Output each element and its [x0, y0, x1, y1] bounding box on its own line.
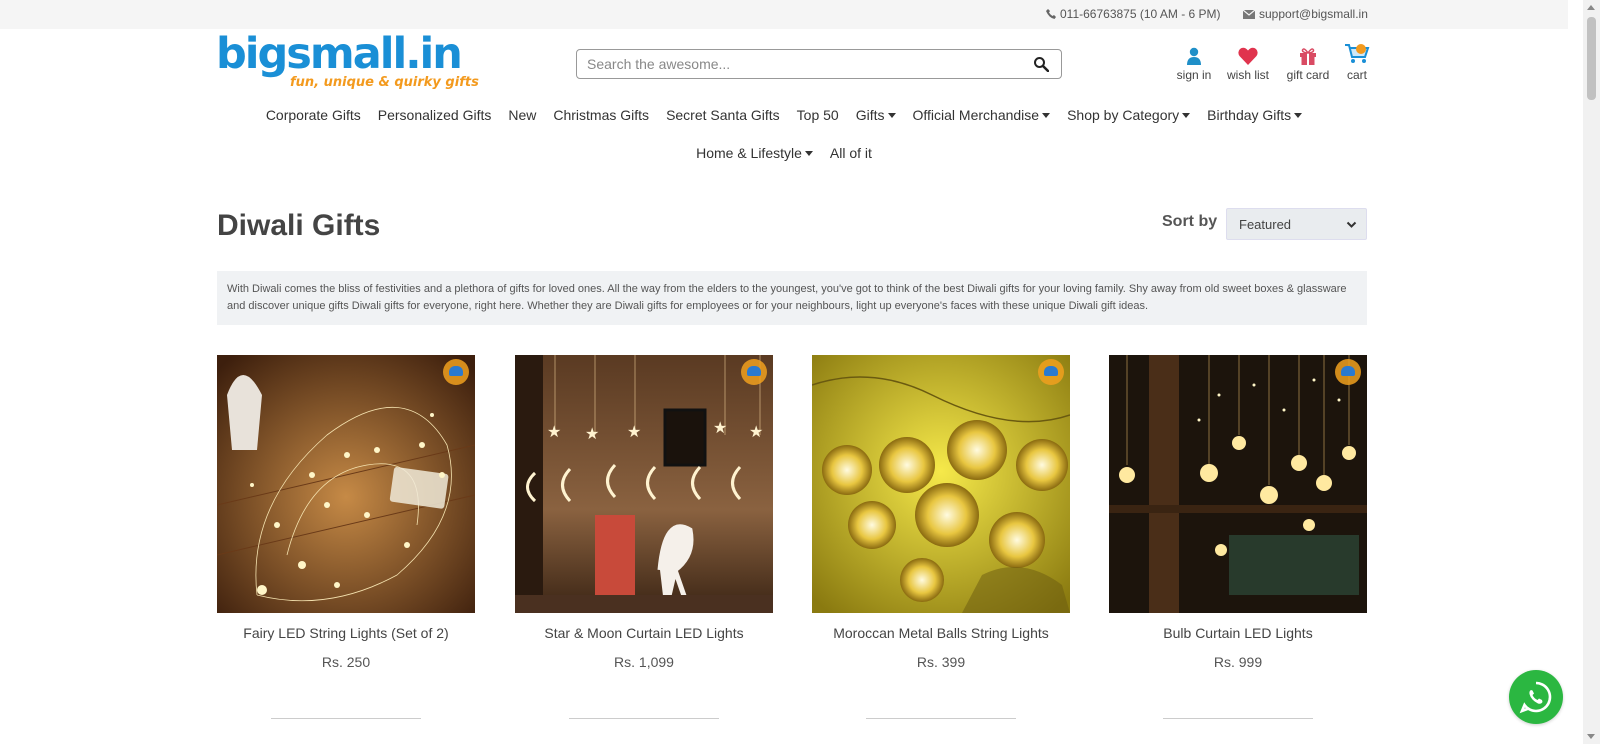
search-icon[interactable]: [1033, 56, 1050, 77]
product-name[interactable]: Bulb Curtain LED Lights: [1109, 625, 1367, 641]
cart-link[interactable]: cart: [1332, 43, 1382, 82]
product-price: Rs. 999: [1213, 654, 1263, 670]
svg-text:★: ★: [713, 418, 727, 437]
page-scrollbar[interactable]: [1583, 0, 1600, 744]
nav-all-of-it[interactable]: All of it: [830, 145, 872, 161]
caret-down-icon: [1042, 112, 1051, 118]
nav-personalized-gifts[interactable]: Personalized Gifts: [378, 107, 492, 123]
product-price: Rs. 250: [321, 654, 371, 670]
product-name[interactable]: Fairy LED String Lights (Set of 2): [217, 625, 475, 641]
mail-icon: [1243, 9, 1255, 19]
product-price: Rs. 399: [916, 654, 966, 670]
product-image-fairy-lights[interactable]: [217, 355, 475, 613]
logo-brand: bigsmall.in: [216, 29, 463, 79]
nav-corporate-gifts[interactable]: Corporate Gifts: [266, 107, 361, 123]
product-card[interactable]: ★ ★ ★ ★ ★ Star & Moon Curtain LED Lights Rs.…: [515, 355, 773, 719]
nav-gifts-dropdown[interactable]: Gifts: [856, 107, 896, 123]
nav-new[interactable]: New: [508, 107, 536, 123]
product-name[interactable]: Star & Moon Curtain LED Lights: [515, 625, 773, 641]
heart-icon: [1223, 43, 1273, 65]
bigsmall-watermark-icon: [741, 359, 767, 385]
main-nav: Corporate Gifts Personalized Gifts New C…: [0, 107, 1568, 123]
nav-home-lifestyle-dropdown[interactable]: Home & Lifestyle: [696, 145, 813, 161]
whatsapp-chat-button[interactable]: [1509, 670, 1563, 724]
search-input[interactable]: [577, 50, 1017, 78]
nav-christmas-gifts[interactable]: Christmas Gifts: [553, 107, 649, 123]
top-contact-bar: 011-66763875 (10 AM - 6 PM) support@bigs…: [0, 0, 1568, 29]
bigsmall-watermark-icon: [1038, 359, 1064, 385]
nav-shop-by-category-dropdown[interactable]: Shop by Category: [1067, 107, 1191, 123]
bigsmall-watermark-icon: [443, 359, 469, 385]
logo-tagline: fun, unique & quirky gifts: [290, 75, 479, 90]
product-image-bulb-curtain[interactable]: [1109, 355, 1367, 613]
product-name[interactable]: Moroccan Metal Balls String Lights: [812, 625, 1070, 641]
product-price: Rs. 1,099: [614, 654, 674, 670]
phone-contact[interactable]: 011-66763875 (10 AM - 6 PM): [1046, 7, 1221, 21]
user-icon: [1169, 43, 1219, 65]
cart-icon: [1332, 43, 1382, 65]
phone-icon: [1046, 9, 1056, 19]
caret-down-icon: [1182, 112, 1191, 118]
cart-label: cart: [1346, 68, 1367, 82]
scroll-down-arrow-icon[interactable]: [1587, 734, 1595, 739]
wish-list-label: wish list: [1226, 68, 1269, 82]
nav-official-merchandise-dropdown[interactable]: Official Merchandise: [913, 107, 1051, 123]
scrollbar-thumb[interactable]: [1587, 17, 1596, 100]
divider: [866, 718, 1016, 719]
gift-card-label: gift card: [1286, 68, 1330, 82]
gift-icon: [1283, 43, 1333, 65]
nav-birthday-gifts-dropdown[interactable]: Birthday Gifts: [1207, 107, 1303, 123]
sort-label: Sort by: [1162, 213, 1218, 230]
divider: [1163, 718, 1313, 719]
site-logo[interactable]: bigsmall.in fun, unique & quirky gifts: [216, 29, 479, 93]
scroll-up-arrow-icon[interactable]: [1587, 5, 1595, 10]
search-box: [576, 49, 1062, 79]
sort-selected-value: Featured: [1239, 217, 1292, 232]
wish-list-link[interactable]: wish list: [1223, 43, 1273, 82]
category-description: With Diwali comes the bliss of festiviti…: [217, 271, 1367, 325]
sort-select[interactable]: Featured: [1226, 208, 1367, 240]
caret-down-icon: [887, 112, 896, 118]
whatsapp-icon: [1519, 681, 1552, 714]
product-image-star-moon-lights[interactable]: ★ ★ ★ ★ ★: [515, 355, 773, 613]
product-card[interactable]: Fairy LED String Lights (Set of 2) Rs. 2…: [217, 355, 475, 719]
sign-in-link[interactable]: sign in: [1169, 43, 1219, 82]
main-nav-row-2: Home & Lifestyle All of it: [0, 145, 1568, 161]
gift-card-link[interactable]: gift card: [1283, 43, 1333, 82]
phone-text: 011-66763875 (10 AM - 6 PM): [1060, 7, 1221, 21]
nav-secret-santa-gifts[interactable]: Secret Santa Gifts: [666, 107, 780, 123]
bigsmall-watermark-icon: [1335, 359, 1361, 385]
chevron-down-icon: [1346, 221, 1357, 228]
divider: [271, 718, 421, 719]
product-image-moroccan-balls[interactable]: [812, 355, 1070, 613]
svg-text:★: ★: [627, 422, 641, 441]
divider: [569, 718, 719, 719]
email-text: support@bigsmall.in: [1259, 7, 1368, 21]
sign-in-label: sign in: [1176, 68, 1212, 82]
product-card[interactable]: Bulb Curtain LED Lights Rs. 999: [1109, 355, 1367, 719]
page-title: Diwali Gifts: [217, 209, 381, 242]
svg-text:★: ★: [585, 424, 599, 443]
email-contact[interactable]: support@bigsmall.in: [1243, 7, 1368, 21]
caret-down-icon: [804, 150, 813, 156]
svg-text:★: ★: [547, 422, 561, 441]
product-card[interactable]: Moroccan Metal Balls String Lights Rs. 3…: [812, 355, 1070, 719]
nav-top-50[interactable]: Top 50: [797, 107, 839, 123]
caret-down-icon: [1294, 112, 1303, 118]
svg-text:★: ★: [749, 422, 763, 441]
